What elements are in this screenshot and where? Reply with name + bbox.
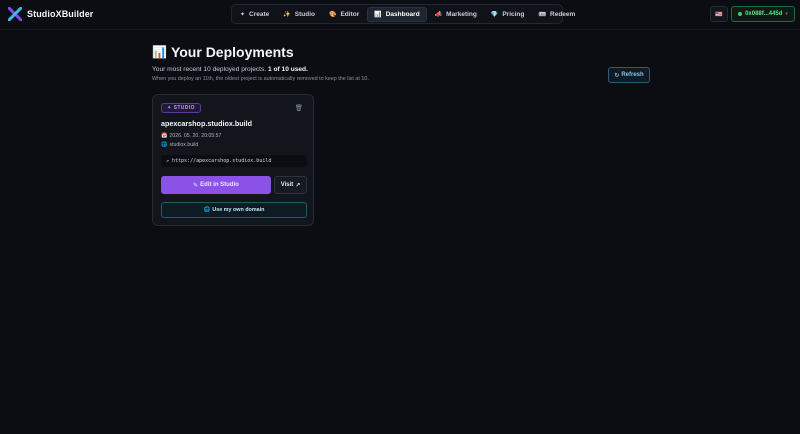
page-title: 📊 Your Deployments [152, 44, 294, 60]
us-flag-icon: 🇺🇸 [715, 11, 723, 18]
nav-item-redeem[interactable]: 🎟 Redeem [532, 7, 581, 22]
nav-item-dashboard[interactable]: 📊 Dashboard [367, 6, 427, 22]
nav-item-label: Dashboard [385, 10, 420, 18]
nav-item-label: Pricing [502, 10, 525, 18]
visit-label: Visit [280, 182, 294, 188]
badge-label: STUDIO [173, 105, 195, 111]
refresh-button[interactable]: ↻ Refresh [608, 67, 650, 83]
main-nav: ✦ Create ✨ Studio 🎨 Editor 📊 Dashboard 📣 Marketin… [231, 4, 575, 24]
nav-item-label: Studio [294, 10, 315, 18]
bar-chart-icon: 📊 [152, 45, 167, 59]
brand-name: StudioXBuilder [27, 9, 94, 19]
deployment-url[interactable]: ↗ https://apexcarshop.studiox.build [161, 155, 307, 167]
globe-icon: 🌐 [161, 142, 168, 148]
nav-item-editor[interactable]: 🎨 Editor [323, 7, 365, 22]
sparkle-icon: ✦ [240, 11, 246, 18]
deployment-name: apexcarshop.studiox.build [161, 119, 253, 128]
chevron-down-icon: ▾ [785, 11, 788, 17]
wallet-button[interactable]: 0x088f...445d ▾ [731, 6, 795, 22]
gem-icon: 💎 [490, 11, 499, 18]
edit-label: Edit in Studio [200, 182, 239, 188]
date-text: 2026. 05. 20. 20:05:57 [169, 133, 222, 139]
nav-item-label: Create [249, 10, 270, 18]
external-link-icon: ↗ [166, 158, 170, 164]
page-subtitle: Your most recent 10 deployed projects. 1… [152, 66, 308, 73]
globe-icon: 🌐 [203, 207, 211, 213]
brand[interactable]: StudioXBuilder [8, 7, 93, 21]
pencil-icon: ✎ [193, 182, 199, 189]
arrow-up-right-icon: ↗ [295, 182, 301, 189]
deployment-card: ✦ STUDIO 🗑 apexcarshop.studiox.build 📅 2… [152, 94, 314, 226]
sparkles-icon: ✨ [283, 11, 291, 18]
nav-item-label: Redeem [550, 10, 576, 18]
domain-label: Use my own domain [212, 207, 265, 213]
url-text: https://apexcarshop.studiox.build [172, 158, 272, 164]
page-title-text: Your Deployments [170, 44, 294, 60]
palette-icon: 🎨 [328, 11, 337, 18]
subtitle-text: Your most recent 10 deployed projects. [152, 66, 267, 73]
sparkle-icon: ✦ [167, 105, 172, 111]
language-button[interactable]: 🇺🇸 [710, 6, 728, 22]
deployment-date: 📅 2026. 05. 20. 20:05:57 [161, 133, 221, 139]
x-logo-icon [8, 7, 22, 21]
top-bar: StudioXBuilder ✦ Create ✨ Studio 🎨 Editor 📊 Das… [0, 0, 800, 30]
nav-item-studio[interactable]: ✨ Studio [277, 7, 321, 22]
trash-icon[interactable]: 🗑 [295, 104, 303, 112]
calendar-icon: 📅 [161, 133, 168, 139]
megaphone-icon: 📣 [434, 11, 443, 18]
nav-item-create[interactable]: ✦ Create [234, 7, 275, 22]
refresh-icon: ↻ [614, 72, 620, 79]
host-text: studiox.build [169, 142, 199, 148]
nav-item-pricing[interactable]: 💎 Pricing [485, 7, 531, 22]
nav-item-label: Editor [340, 10, 360, 18]
deployment-host: 🌐 studiox.build [161, 142, 198, 148]
refresh-label: Refresh [621, 72, 644, 78]
wallet-status-dot [738, 12, 743, 16]
edit-in-studio-button[interactable]: ✎ Edit in Studio [161, 176, 271, 194]
studio-badge: ✦ STUDIO [161, 103, 201, 113]
visit-button[interactable]: Visit ↗ [274, 176, 307, 194]
retention-note: When you deploy an 11th, the oldest proj… [152, 76, 369, 82]
wallet-address: 0x088f...445d [745, 11, 783, 17]
use-own-domain-button[interactable]: 🌐 Use my own domain [161, 202, 307, 218]
usage-count: 1 of 10 used. [267, 66, 308, 73]
nav-item-marketing[interactable]: 📣 Marketing [429, 7, 483, 22]
nav-item-label: Marketing [446, 10, 477, 18]
bar-chart-icon: 📊 [374, 11, 382, 18]
ticket-icon: 🎟 [538, 11, 547, 18]
